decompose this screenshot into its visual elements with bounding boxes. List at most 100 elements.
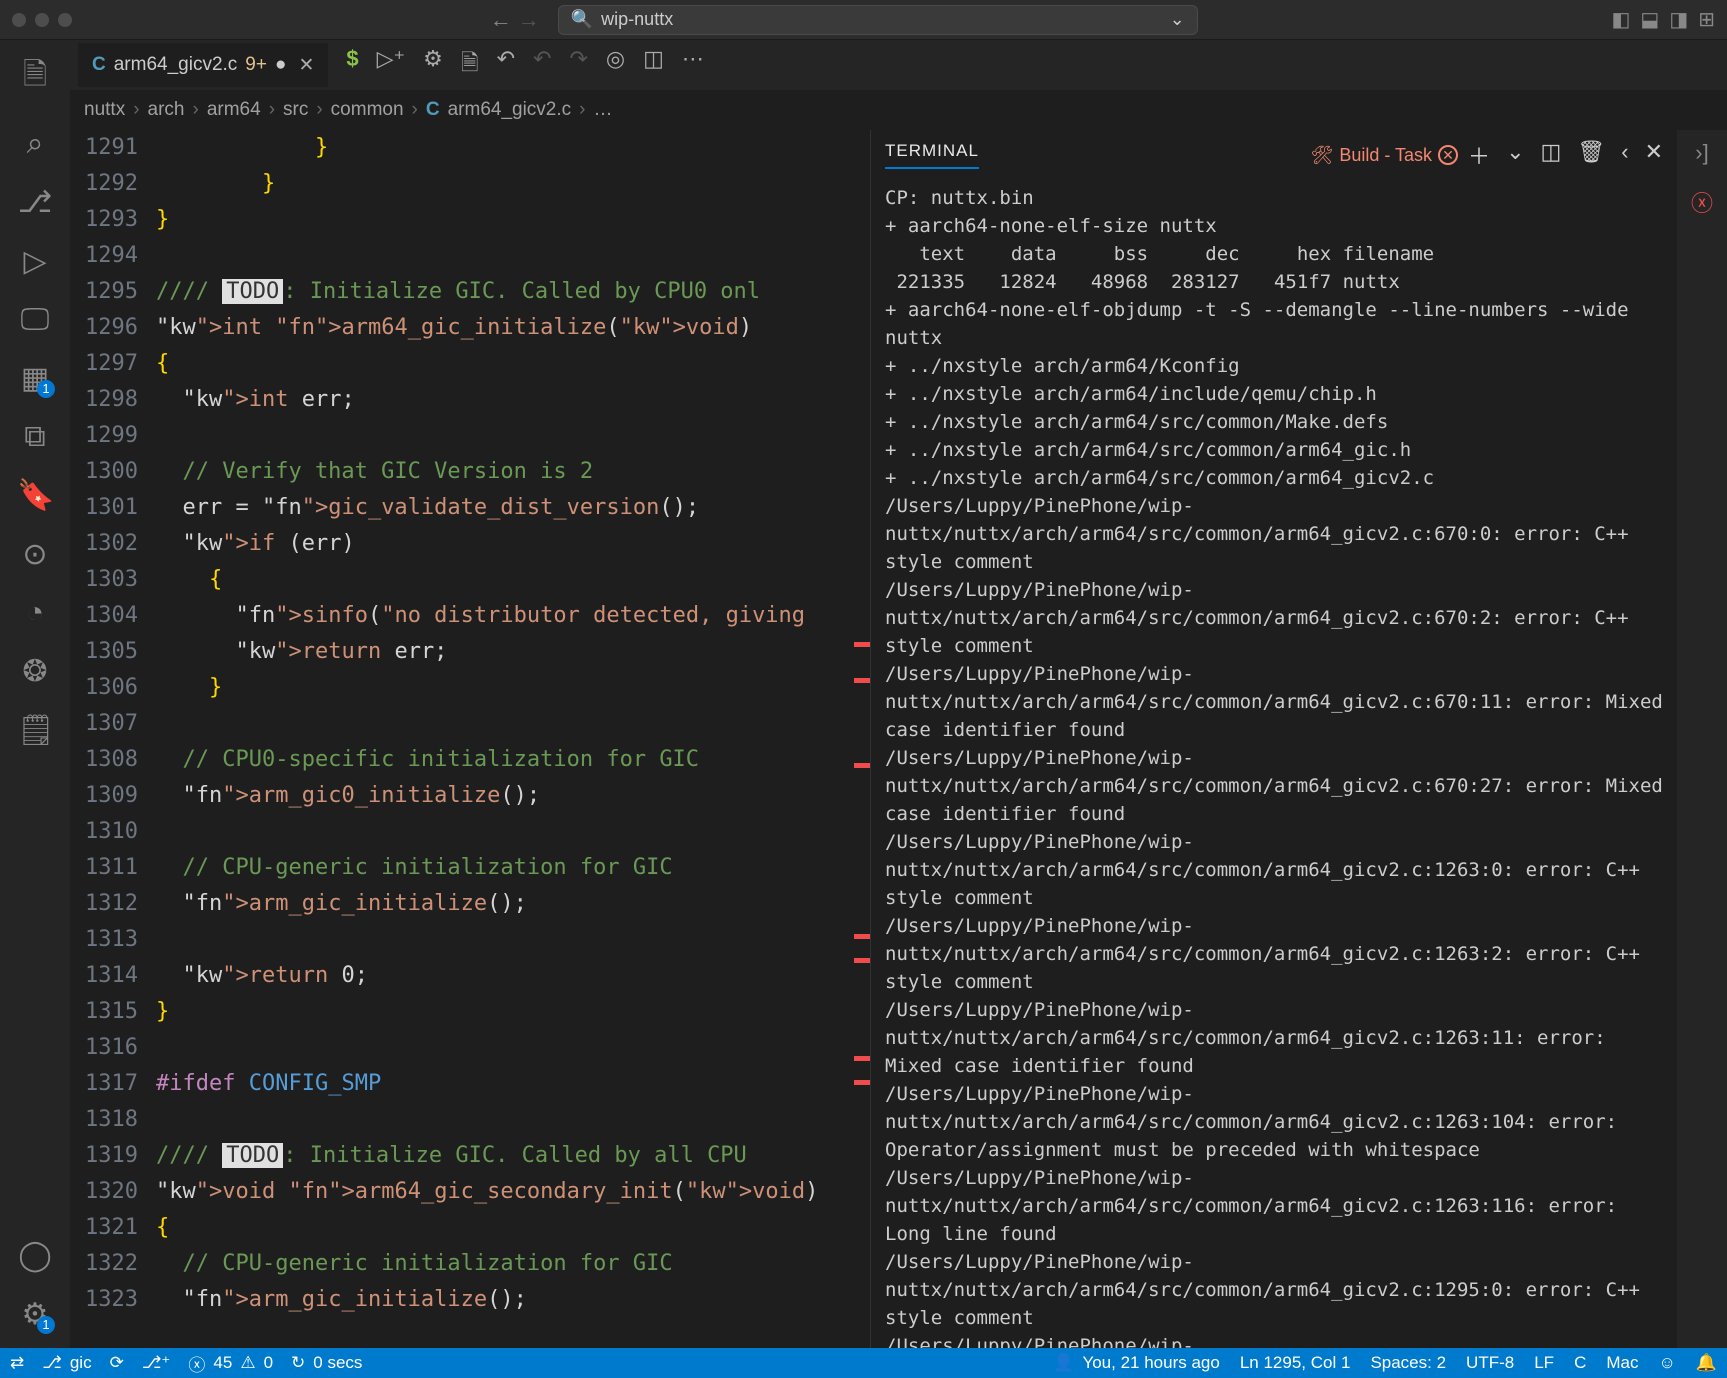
- layout-customize-icon[interactable]: ⊞: [1698, 7, 1715, 32]
- traffic-lights: [12, 13, 72, 27]
- zoom-window-icon[interactable]: [58, 13, 72, 27]
- run-circle-icon[interactable]: ⊙: [17, 537, 53, 572]
- source-control-icon[interactable]: ⎇: [17, 185, 53, 220]
- tools-icon: 🛠: [1310, 145, 1333, 166]
- extensions-badge: 1: [37, 380, 55, 398]
- search-icon[interactable]: ⌕: [17, 127, 53, 161]
- breadcrumb-seg[interactable]: arm64_gicv2.c: [448, 99, 572, 121]
- breadcrumb-seg[interactable]: arm64: [207, 99, 261, 121]
- tab-close-icon[interactable]: ✕: [298, 54, 314, 77]
- minimize-window-icon[interactable]: [35, 13, 49, 27]
- next-change-icon[interactable]: ↷: [569, 46, 587, 84]
- breadcrumb-seg[interactable]: nuttx: [84, 99, 125, 121]
- terminal-tab[interactable]: TERMINAL: [885, 141, 979, 169]
- run-action-icon[interactable]: ▷⁺: [377, 46, 406, 84]
- panel-prev-icon[interactable]: ‹: [1621, 139, 1628, 171]
- cursor-position[interactable]: Ln 1295, Col 1: [1240, 1353, 1351, 1373]
- gitlens-small-icon: ⎇⁺: [142, 1353, 171, 1373]
- breadcrumb-seg[interactable]: src: [283, 99, 308, 121]
- task-name: Build - Task: [1339, 145, 1432, 166]
- undo-icon[interactable]: ↶: [497, 46, 515, 84]
- command-center[interactable]: 🔍 wip-nuttx ⌄: [558, 5, 1198, 35]
- expand-icon[interactable]: ›]: [1695, 140, 1708, 166]
- warning-count: 0: [264, 1353, 273, 1373]
- panel-close-icon[interactable]: ✕: [1645, 139, 1663, 171]
- remote-icon: ⇄: [10, 1353, 24, 1373]
- language-mode[interactable]: C: [1574, 1353, 1586, 1373]
- notifications-icon[interactable]: 🔔: [1696, 1353, 1717, 1373]
- remote-indicator[interactable]: ⇄: [10, 1353, 24, 1373]
- gear-icon[interactable]: ⚙: [423, 46, 443, 84]
- branch-icon: ⎇: [42, 1353, 62, 1373]
- os-indicator[interactable]: Mac: [1606, 1353, 1638, 1373]
- line-gutter: 1291129212931294129512961297129812991300…: [70, 130, 156, 1348]
- explorer-icon[interactable]: 🗎: [17, 52, 53, 103]
- terminal-task-label[interactable]: 🛠 Build - Task ✕: [1310, 145, 1458, 166]
- accounts-icon[interactable]: ◯: [17, 1238, 53, 1273]
- gitlens-status[interactable]: ⎇⁺: [142, 1353, 171, 1373]
- close-window-icon[interactable]: [12, 13, 26, 27]
- prev-change-icon[interactable]: ↶: [533, 46, 551, 84]
- breadcrumb[interactable]: nuttx› arch› arm64› src› common› C arm64…: [70, 90, 1727, 130]
- nav-back-icon[interactable]: ←: [490, 7, 512, 33]
- error-count: 45: [213, 1353, 232, 1373]
- eol[interactable]: LF: [1534, 1353, 1554, 1373]
- c-file-icon: C: [426, 99, 440, 121]
- dollar-icon[interactable]: $: [346, 46, 358, 84]
- settings-badge: 1: [37, 1316, 55, 1334]
- todo-tree-icon[interactable]: 🗒: [17, 713, 53, 748]
- person-icon: 👤: [1053, 1353, 1074, 1373]
- split-editor-icon[interactable]: ◫: [643, 46, 664, 84]
- target-icon[interactable]: ◎: [606, 46, 625, 84]
- breadcrumb-seg[interactable]: …: [593, 99, 612, 121]
- terminal-dropdown-icon[interactable]: ⌄: [1506, 139, 1524, 171]
- feedback-icon[interactable]: ☺: [1658, 1353, 1675, 1373]
- breadcrumb-seg[interactable]: arch: [148, 99, 185, 121]
- error-lens-icon[interactable]: ⓧ: [1691, 186, 1713, 218]
- code-area[interactable]: } } } //// TODO: Initialize GIC. Called …: [156, 130, 870, 1348]
- sync-button[interactable]: ⟳: [110, 1353, 124, 1373]
- remote-explorer-icon[interactable]: 🖵: [17, 303, 53, 337]
- bottom-panel: TERMINAL 🛠 Build - Task ✕ ＋ ⌄ ◫ 🗑 ‹ ✕: [870, 130, 1677, 1348]
- search-icon: 🔍: [571, 9, 593, 30]
- split-terminal-icon[interactable]: ◫: [1541, 139, 1562, 171]
- settings-gear-icon[interactable]: ⚙1: [17, 1297, 53, 1332]
- code-editor[interactable]: 1291129212931294129512961297129812991300…: [70, 130, 870, 1348]
- tab-modified-badge: 9+: [245, 54, 267, 76]
- more-actions-icon[interactable]: ⋯: [682, 46, 704, 84]
- terminal-output[interactable]: CP: nuttx.bin + aarch64-none-elf-size nu…: [871, 180, 1677, 1348]
- build-timer[interactable]: ↻0 secs: [291, 1353, 362, 1373]
- gitlens-icon[interactable]: ❂: [17, 654, 53, 689]
- timeline-icon[interactable]: ◔: [17, 596, 53, 630]
- layout-left-icon[interactable]: ◧: [1612, 7, 1631, 32]
- task-stop-icon[interactable]: ✕: [1438, 145, 1458, 165]
- activity-bar: 🗎 ⌕ ⎇ ▷ 🖵 ▦1 ⧉ 🔖 ⊙ ◔ ❂ 🗒 ◯ ⚙1: [0, 40, 70, 1348]
- error-icon: ⓧ: [188, 1351, 205, 1376]
- nav-forward-icon[interactable]: →: [518, 7, 540, 33]
- tab-active[interactable]: C arm64_gicv2.c 9+ ● ✕: [78, 43, 328, 87]
- encoding[interactable]: UTF-8: [1466, 1353, 1514, 1373]
- layout-right-icon[interactable]: ◨: [1669, 7, 1688, 32]
- secondary-sidebar: ›] ⓧ: [1677, 130, 1727, 1348]
- c-file-icon: C: [92, 54, 106, 76]
- timer-text: 0 secs: [313, 1353, 362, 1373]
- extensions-icon[interactable]: ▦1: [17, 361, 53, 396]
- indentation[interactable]: Spaces: 2: [1370, 1353, 1446, 1373]
- run-debug-icon[interactable]: ▷: [17, 244, 53, 279]
- git-blame[interactable]: 👤 You, 21 hours ago: [1053, 1353, 1220, 1373]
- bookmarks-icon[interactable]: 🔖: [17, 478, 53, 513]
- sync-icon: ⟳: [110, 1353, 124, 1373]
- blame-text: You, 21 hours ago: [1082, 1353, 1219, 1373]
- layout-bottom-icon[interactable]: ⬓: [1640, 7, 1659, 32]
- chevron-down-icon: ⌄: [1170, 9, 1185, 30]
- overview-ruler[interactable]: [852, 130, 870, 1348]
- breadcrumb-seg[interactable]: common: [331, 99, 404, 121]
- references-icon[interactable]: ⧉: [17, 420, 53, 454]
- new-terminal-icon[interactable]: ＋: [1468, 139, 1490, 171]
- git-branch[interactable]: ⎇ gic: [42, 1353, 91, 1373]
- tab-filename: arm64_gicv2.c: [114, 54, 238, 76]
- problems-status[interactable]: ⓧ45 ⚠0: [188, 1351, 273, 1376]
- kill-terminal-icon[interactable]: 🗑: [1577, 139, 1605, 171]
- preview-icon[interactable]: 🗎: [461, 46, 479, 84]
- branch-name: gic: [70, 1353, 92, 1373]
